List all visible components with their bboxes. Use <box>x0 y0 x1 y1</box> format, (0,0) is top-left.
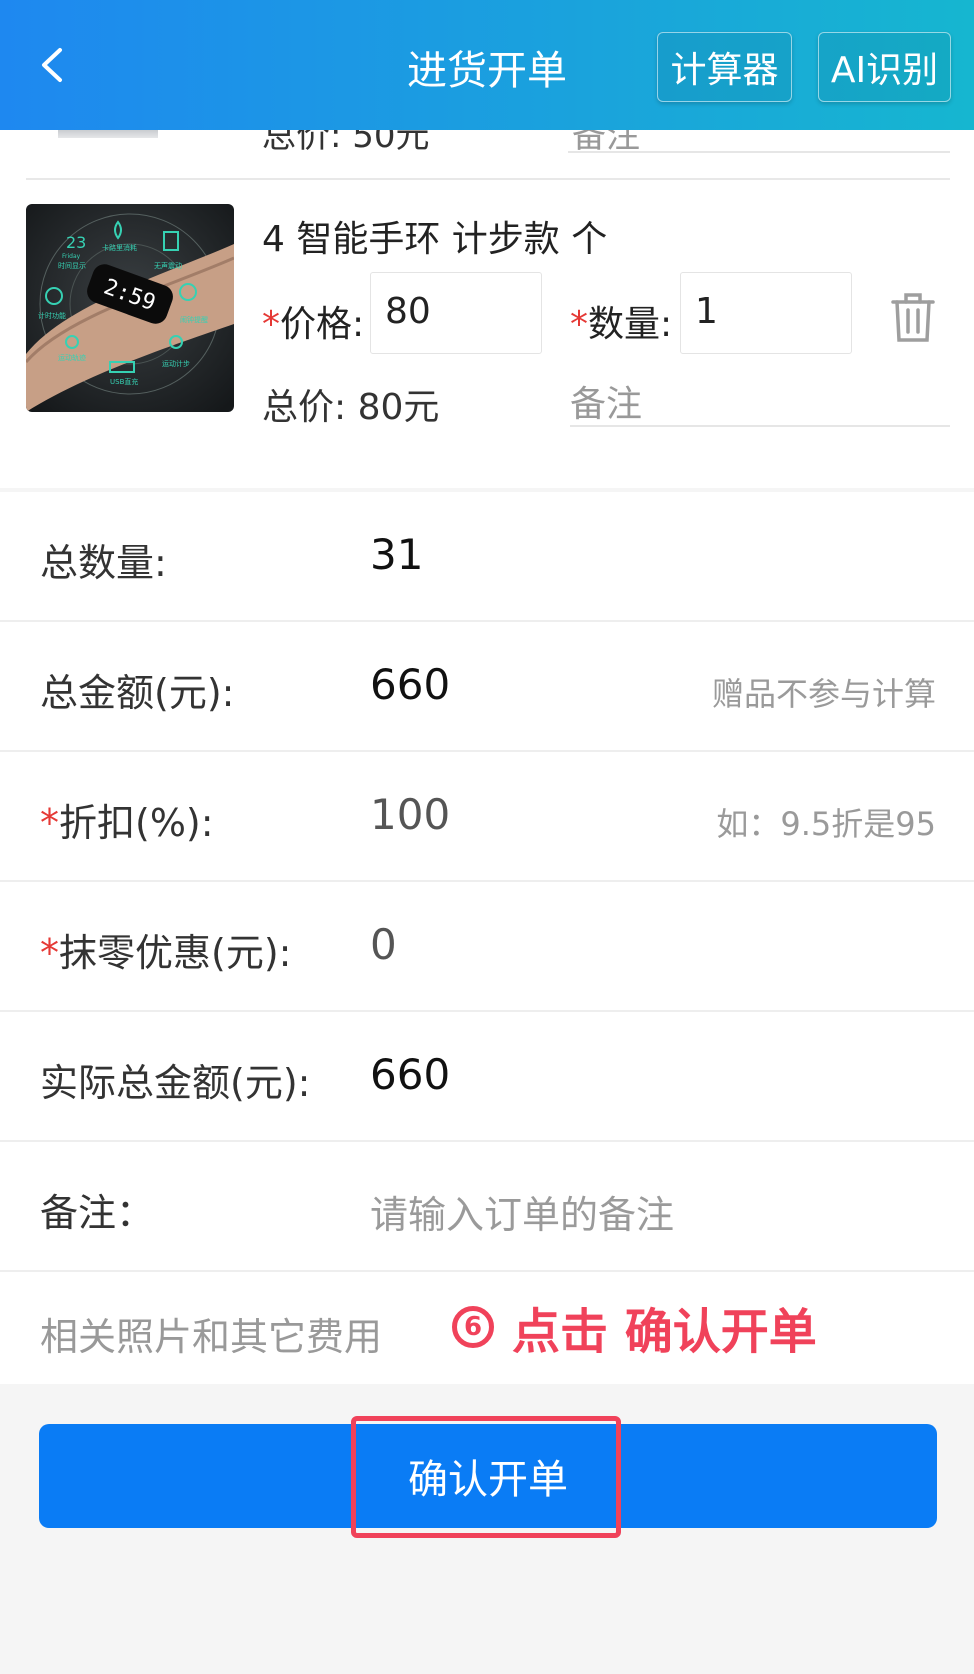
divider <box>26 178 950 180</box>
required-mark: * <box>570 304 588 345</box>
discount-label-text: 折扣(%): <box>59 801 214 845</box>
total-amount-row: 总金额(元): 660 赠品不参与计算 <box>0 622 974 752</box>
product-total: 总价: 80元 <box>262 387 440 428</box>
product-image-label: 卡路里消耗 <box>102 243 137 252</box>
remark-row: 备注： 请输入订单的备注 <box>0 1142 974 1272</box>
back-icon[interactable] <box>30 40 80 90</box>
product-image-label: Friday <box>62 253 81 260</box>
total-amount-hint: 赠品不参与计算 <box>711 675 936 713</box>
order-summary: 总数量: 31 总金额(元): 660 赠品不参与计算 *折扣(%): 100 … <box>0 492 974 1384</box>
price-label-text: 价格: <box>280 304 365 345</box>
product-image-label: 计时功能 <box>38 311 66 320</box>
product-image-day: 23 <box>66 233 86 252</box>
quantity-label: *数量: <box>570 295 672 347</box>
product-image-label: 运动计步 <box>162 359 190 368</box>
round-off-row: *抹零优惠(元): 0 <box>0 882 974 1012</box>
price-input[interactable]: 80 <box>370 272 542 354</box>
actual-amount-row: 实际总金额(元): 660 <box>0 1012 974 1142</box>
discount-row: *折扣(%): 100 如：9.5折是95 <box>0 752 974 882</box>
quantity-label-text: 数量: <box>588 304 673 345</box>
partial-product-image <box>58 130 158 138</box>
product-note-input[interactable]: 备注 <box>570 375 950 427</box>
step-number-badge: 6 <box>452 1306 494 1348</box>
annotation-text: 点击 确认开单 <box>512 1304 817 1360</box>
trash-icon[interactable] <box>888 290 938 346</box>
actual-amount-label: 实际总金额(元): <box>40 1061 311 1105</box>
product-list: 总价: 50元 备注 2:59 23 Friday 时间显示 卡路里消耗 无声震… <box>0 116 974 488</box>
remark-input[interactable]: 请输入订单的备注 <box>370 1184 674 1239</box>
product-image: 2:59 23 Friday 时间显示 卡路里消耗 无声震动 计时功能 闹钟提醒… <box>26 204 234 412</box>
photos-fees-label[interactable]: 相关照片和其它费用 <box>40 1306 382 1361</box>
required-mark: * <box>40 801 59 845</box>
discount-hint: 如：9.5折是95 <box>716 805 936 843</box>
total-amount-label: 总金额(元): <box>40 671 235 715</box>
partial-note-underline <box>568 151 950 153</box>
ai-recognize-button[interactable]: AI识别 <box>818 32 951 102</box>
required-mark: * <box>40 931 59 975</box>
confirm-order-button[interactable]: 确认开单 <box>39 1424 937 1528</box>
discount-input[interactable]: 100 <box>370 790 450 839</box>
product-image-label: 闹钟提醒 <box>180 315 208 324</box>
quantity-input[interactable]: 1 <box>680 272 852 354</box>
tutorial-annotation: 6 点击 确认开单 <box>452 1292 817 1362</box>
calculator-button[interactable]: 计算器 <box>657 32 792 102</box>
total-quantity-value: 31 <box>370 530 424 579</box>
app-header: 进货开单 计算器 AI识别 <box>0 0 974 130</box>
required-mark: * <box>262 304 280 345</box>
remark-label: 备注： <box>40 1191 155 1235</box>
product-image-label: 运动轨迹 <box>58 353 86 362</box>
discount-label: *折扣(%): <box>40 792 214 847</box>
round-off-label: *抹零优惠(元): <box>40 922 291 977</box>
price-label: *价格: <box>262 295 364 347</box>
product-image-label: 无声震动 <box>154 261 182 270</box>
actual-amount-value: 660 <box>370 1050 451 1099</box>
round-off-label-text: 抹零优惠(元): <box>59 931 292 975</box>
product-image-label: 时间显示 <box>58 261 86 270</box>
round-off-input[interactable]: 0 <box>370 920 397 969</box>
total-amount-value: 660 <box>370 660 451 709</box>
total-quantity-row: 总数量: 31 <box>0 492 974 622</box>
product-name: 4 智能手环 计步款 个 <box>262 219 608 260</box>
photos-fees-row[interactable]: 相关照片和其它费用 6 点击 确认开单 <box>0 1272 974 1384</box>
total-quantity-label: 总数量: <box>40 541 167 585</box>
product-image-label: USB直充 <box>110 377 138 386</box>
